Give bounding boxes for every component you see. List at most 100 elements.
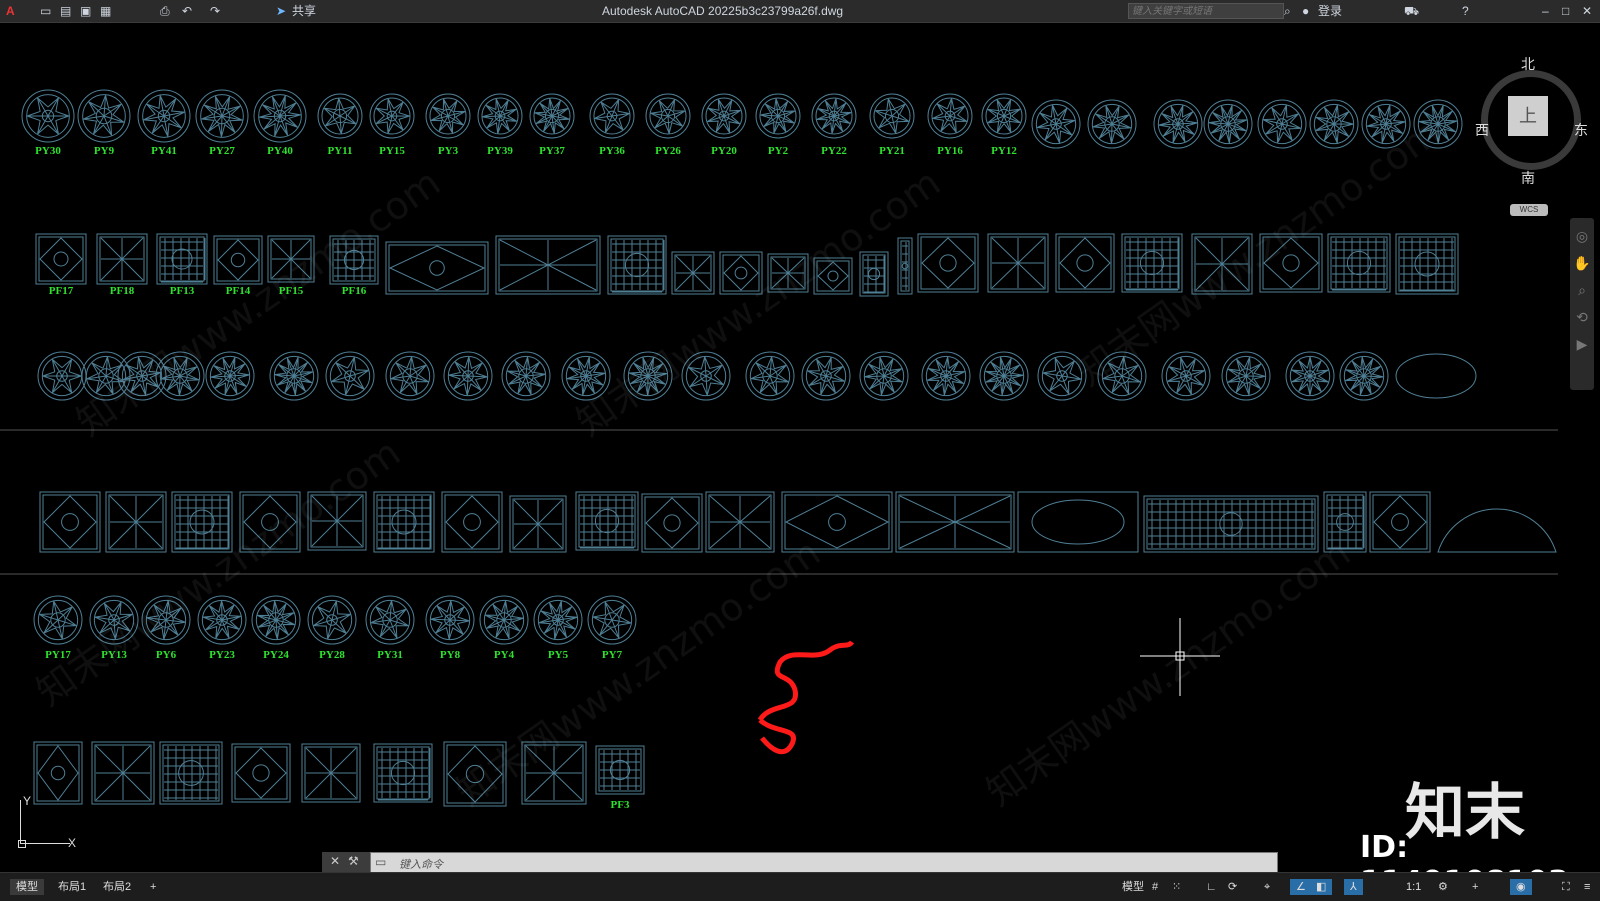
lineweight-icon[interactable]: ∠ [1290,879,1312,895]
round-pattern [979,351,1029,401]
viewcube-top-face[interactable]: 上 [1508,96,1548,136]
search-icon[interactable]: ⌕ [1284,3,1291,19]
user-icon[interactable]: ● [1302,3,1309,19]
compass-north[interactable]: 北 [1521,54,1535,74]
round-pattern [869,93,915,139]
pattern-label: PY28 [319,649,345,661]
square-pattern [35,233,87,285]
polar-icon[interactable]: ⟳ [1222,879,1243,895]
round-pattern [587,595,637,645]
autocad-logo[interactable]: A [6,3,15,19]
annotation-icon[interactable]: ⅄ [1344,879,1363,895]
pattern-label: PY5 [548,649,569,661]
square-pattern [441,491,503,553]
steering-wheel-icon[interactable]: ◎ [1570,228,1594,245]
pattern-label: PF3 [611,799,630,811]
round-pattern [1285,351,1335,401]
cart-icon[interactable]: ⛟ [1404,3,1419,19]
zoom-icon[interactable]: ⌕ [1570,282,1594,299]
customize-icon[interactable]: ≡ [1578,879,1596,895]
compass-south[interactable]: 南 [1521,168,1535,188]
search-input[interactable] [1128,3,1284,19]
transparency-icon[interactable]: ◧ [1310,879,1333,895]
ortho-icon[interactable]: ∟ [1200,879,1223,895]
command-history-icon[interactable]: ▭ [375,855,386,869]
pattern-label: PY22 [821,145,847,157]
minimize-icon[interactable]: – [1542,3,1549,19]
round-pattern [859,351,909,401]
osnap-icon[interactable]: ⌖ [1258,879,1276,895]
pattern-label: PY23 [209,649,235,661]
round-pattern [325,351,375,401]
pattern-label: PY4 [494,649,515,661]
command-input[interactable]: 键入命令 [399,856,443,872]
pattern-label: PY21 [879,145,905,157]
square-pattern [156,233,208,285]
command-line-controls: ✕ ⚒ [322,852,370,872]
square-pattern [373,743,433,803]
undo-icon[interactable]: ↶ [182,3,192,19]
new-file-icon[interactable]: ▭ [40,3,51,19]
round-pattern [981,93,1027,139]
isolate-icon[interactable]: ◉ [1510,879,1532,895]
round-pattern [701,93,747,139]
navigation-bar[interactable]: ◎ ✋ ⌕ ⟲ ▶ [1570,218,1594,390]
round-pattern [443,351,493,401]
settings-icon[interactable]: ⚙ [1432,879,1454,895]
pattern-label: PY9 [94,145,115,157]
square-pattern [575,491,639,551]
round-pattern [529,93,575,139]
title-bar: A ▭ ▤ ▣ ▦ ⎙ ↶ ↷ ➤ 共享 Autodesk AutoCAD 20… [0,0,1600,23]
oval-pattern [1395,353,1477,399]
round-pattern [927,93,973,139]
command-line[interactable]: ▭ 键入命令 [370,852,1278,874]
viewcube[interactable]: 上 北 南 西 东 WCS [1468,54,1594,216]
pattern-label: PY16 [937,145,963,157]
square-pattern [895,491,1015,553]
round-pattern [533,595,583,645]
pattern-label: PY37 [539,145,565,157]
square-pattern [987,233,1049,293]
showmotion-icon[interactable]: ▶ [1570,336,1594,353]
save-as-icon[interactable]: ▦ [100,3,111,19]
wcs-button[interactable]: WCS [1510,204,1548,216]
fullscreen-icon[interactable]: ⛶ [1556,879,1576,895]
tab-layout2[interactable]: 布局2 [97,879,137,895]
round-pattern [1153,99,1203,149]
pattern-label: PY8 [440,649,461,661]
snap-icon[interactable]: ⁙ [1166,879,1187,895]
annotation-scale[interactable]: 1:1 [1400,879,1427,895]
round-pattern [385,351,435,401]
close-icon[interactable]: ✕ [1582,3,1592,19]
grid-icon[interactable]: # [1146,879,1164,895]
round-pattern [589,93,635,139]
compass-west[interactable]: 西 [1475,120,1489,140]
login-label[interactable]: 登录 [1318,3,1342,19]
maximize-icon[interactable]: □ [1562,3,1569,19]
command-close-icon[interactable]: ✕ [330,854,340,868]
tab-layout1[interactable]: 布局1 [52,879,92,895]
round-pattern [811,93,857,139]
add-icon[interactable]: + [1466,879,1484,895]
add-layout-button[interactable]: + [144,879,162,895]
pattern-label: PY30 [35,145,61,157]
square-pattern [671,251,715,295]
redo-icon[interactable]: ↷ [210,3,220,19]
help-icon[interactable]: ? [1462,3,1469,19]
open-file-icon[interactable]: ▤ [60,3,71,19]
app-title: Autodesk AutoCAD 2022 [602,4,735,18]
compass-east[interactable]: 东 [1574,120,1588,140]
pan-icon[interactable]: ✋ [1570,255,1594,272]
tab-model[interactable]: 模型 [10,879,44,895]
round-pattern [501,351,551,401]
square-pattern [1055,233,1115,293]
command-customize-icon[interactable]: ⚒ [348,854,359,868]
plot-icon[interactable]: ⎙ [160,3,170,19]
status-model-button[interactable]: 模型 [1116,879,1150,895]
share-label[interactable]: 共享 [292,3,316,19]
orbit-icon[interactable]: ⟲ [1570,309,1594,326]
drawing-canvas[interactable]: PY30 PY9 PY41 PY27 PY40 PY11 PY15 PY3 PY39 PY37 PY… [0,22,1600,900]
dragon-figure [757,640,855,755]
share-icon[interactable]: ➤ [276,3,286,19]
save-icon[interactable]: ▣ [80,3,91,19]
